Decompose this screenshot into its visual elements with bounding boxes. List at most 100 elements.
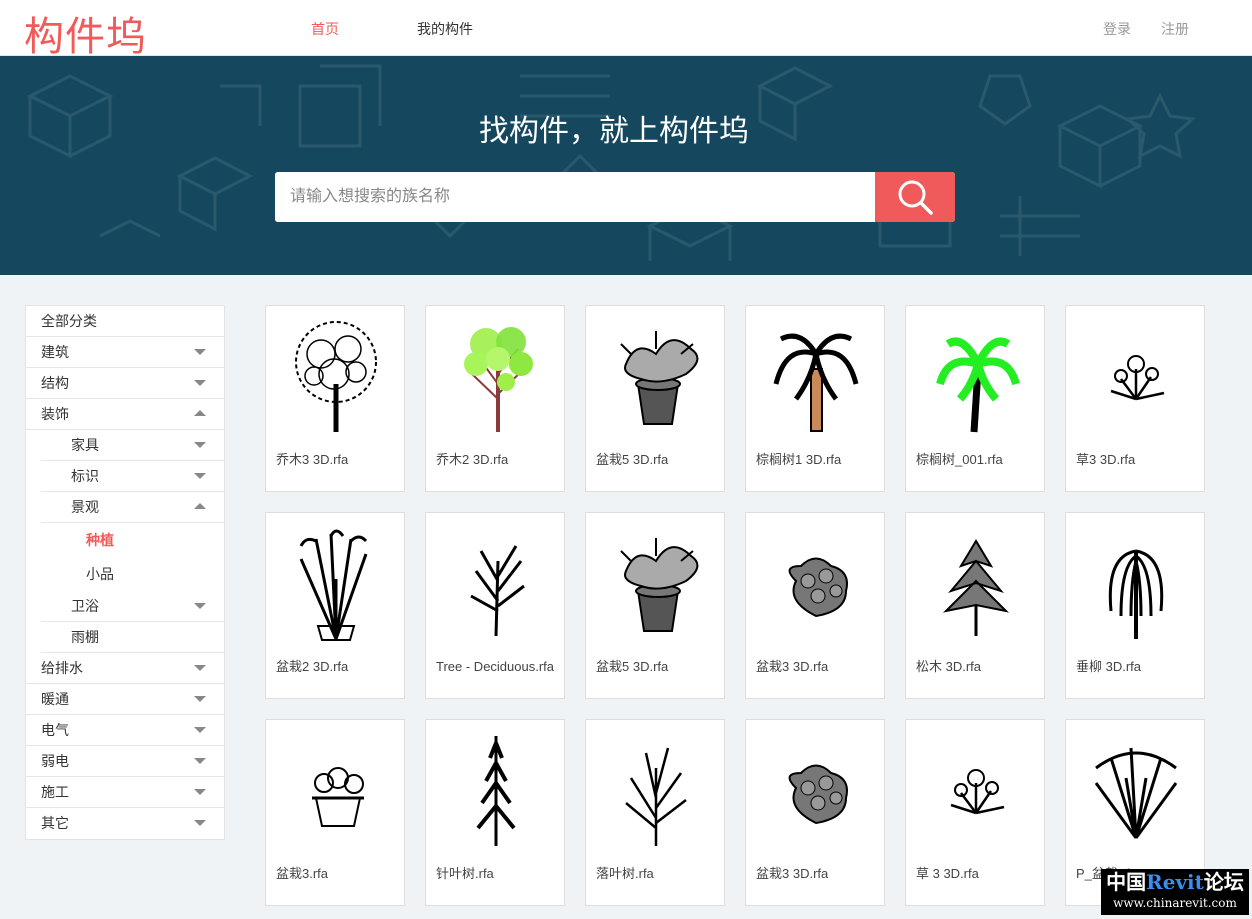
sidebar-item-1[interactable]: 建筑: [26, 337, 224, 368]
component-card[interactable]: 乔木3 3D.rfa: [265, 305, 405, 492]
chevron-down-icon[interactable]: [194, 665, 206, 671]
component-card[interactable]: 草 3 3D.rfa: [905, 719, 1045, 906]
conifer-icon: [476, 736, 516, 846]
sidebar-item-label: 种植: [86, 532, 114, 548]
chevron-down-icon[interactable]: [194, 603, 206, 609]
palm-tree-icon: [773, 333, 859, 432]
sidebar-item-label: 暖通: [41, 691, 69, 707]
component-card-title[interactable]: 针叶树.rfa: [436, 861, 561, 886]
search-icon: [898, 180, 933, 215]
chevron-down-icon[interactable]: [194, 380, 206, 386]
chevron-down-icon[interactable]: [194, 349, 206, 355]
sidebar-item-2[interactable]: 结构: [26, 368, 224, 399]
sidebar-item-12[interactable]: 暖通: [26, 684, 224, 715]
component-card-title[interactable]: 盆栽3 3D.rfa: [756, 654, 881, 679]
sidebar-item-label: 其它: [41, 815, 69, 831]
chevron-up-icon[interactable]: [194, 503, 206, 509]
chevron-down-icon[interactable]: [194, 820, 206, 826]
component-card-title[interactable]: Tree - Deciduous.rfa: [436, 654, 561, 679]
green-palm-icon: [936, 337, 1020, 433]
sidebar-item-label: 家具: [71, 437, 99, 453]
sidebar-item-15[interactable]: 施工: [26, 777, 224, 808]
chinarevit-watermark: 中国Revit论坛 www.chinarevit.com: [1101, 869, 1249, 915]
component-card[interactable]: 草3 3D.rfa: [1065, 305, 1205, 492]
top-navbar: 构件坞 首页 我的构件 登录 注册: [0, 0, 1252, 60]
chevron-down-icon[interactable]: [194, 696, 206, 702]
chevron-down-icon[interactable]: [194, 473, 206, 479]
potted-plant-icon: [620, 331, 699, 425]
sidebar-item-13[interactable]: 电气: [26, 715, 224, 746]
sidebar-item-label: 景观: [71, 499, 99, 515]
component-card-title[interactable]: 松木 3D.rfa: [916, 654, 1041, 679]
component-card-title[interactable]: 盆栽3 3D.rfa: [756, 861, 881, 886]
component-card-title[interactable]: 盆栽3.rfa: [276, 861, 401, 886]
component-card-title[interactable]: 盆栽5 3D.rfa: [596, 654, 721, 679]
sidebar-item-3[interactable]: 装饰: [26, 399, 224, 430]
component-card-title[interactable]: 垂柳 3D.rfa: [1076, 654, 1201, 679]
sidebar-item-16[interactable]: 其它: [26, 808, 224, 839]
sidebar-item-label: 全部分类: [41, 313, 97, 329]
search-input[interactable]: [275, 172, 875, 222]
component-card-title[interactable]: 乔木2 3D.rfa: [436, 447, 561, 472]
sidebar-item-9[interactable]: 卫浴: [41, 591, 224, 622]
sidebar-item-11[interactable]: 给排水: [26, 653, 224, 684]
sidebar-item-6[interactable]: 景观: [41, 492, 224, 523]
round-tree-icon: [295, 321, 377, 432]
shrub-icon: [788, 557, 848, 618]
component-card-title[interactable]: 棕榈树_001.rfa: [916, 447, 1041, 472]
chevron-up-icon[interactable]: [194, 410, 206, 416]
component-card-title[interactable]: 棕榈树1 3D.rfa: [756, 447, 881, 472]
sidebar-item-7[interactable]: 种植: [26, 523, 224, 557]
sidebar-item-label: 结构: [41, 375, 69, 391]
nav-home-link[interactable]: 首页: [311, 19, 339, 39]
component-card-title[interactable]: 盆栽2 3D.rfa: [276, 654, 401, 679]
component-card-title[interactable]: 落叶树.rfa: [596, 861, 721, 886]
sidebar-item-label: 施工: [41, 784, 69, 800]
component-card[interactable]: 盆栽3.rfa: [265, 719, 405, 906]
component-card-title[interactable]: 草 3 3D.rfa: [916, 861, 1041, 886]
search-button[interactable]: [875, 172, 955, 222]
nav-my-components-link[interactable]: 我的构件: [417, 19, 473, 39]
site-logo[interactable]: 构件坞: [24, 4, 147, 62]
component-card[interactable]: 盆栽5 3D.rfa: [585, 512, 725, 699]
willow-icon: [1108, 549, 1164, 639]
grass-flower-icon: [1110, 355, 1165, 401]
component-card[interactable]: 乔木2 3D.rfa: [425, 305, 565, 492]
sidebar-item-0[interactable]: 全部分类: [26, 306, 224, 337]
deciduous-icon: [625, 747, 687, 846]
component-card[interactable]: 落叶树.rfa: [585, 719, 725, 906]
component-card-title[interactable]: 乔木3 3D.rfa: [276, 447, 401, 472]
component-card[interactable]: 盆栽3 3D.rfa: [745, 512, 885, 699]
flower-box-icon: [312, 767, 364, 827]
hero-banner: 找构件，就上构件坞: [0, 56, 1252, 275]
component-card[interactable]: 棕榈树_001.rfa: [905, 305, 1045, 492]
component-card-title[interactable]: 草3 3D.rfa: [1076, 447, 1201, 472]
component-card-title[interactable]: 盆栽5 3D.rfa: [596, 447, 721, 472]
register-link[interactable]: 注册: [1161, 19, 1189, 39]
bare-tree-icon: [470, 545, 525, 637]
sidebar-item-label: 雨棚: [71, 629, 99, 645]
login-link[interactable]: 登录: [1103, 19, 1131, 39]
component-card[interactable]: 垂柳 3D.rfa: [1065, 512, 1205, 699]
chevron-down-icon[interactable]: [194, 789, 206, 795]
sidebar-item-10[interactable]: 雨棚: [41, 622, 224, 653]
component-card[interactable]: 针叶树.rfa: [425, 719, 565, 906]
pine-icon: [942, 539, 1010, 636]
component-card[interactable]: Tree - Deciduous.rfa: [425, 512, 565, 699]
sidebar-item-label: 建筑: [41, 344, 69, 360]
chevron-down-icon[interactable]: [194, 758, 206, 764]
chevron-down-icon[interactable]: [194, 442, 206, 448]
sidebar-item-4[interactable]: 家具: [41, 430, 224, 461]
sidebar-item-8[interactable]: 小品: [26, 557, 224, 591]
sidebar-item-14[interactable]: 弱电: [26, 746, 224, 777]
shrub-icon: [788, 764, 848, 825]
sidebar-item-5[interactable]: 标识: [41, 461, 224, 492]
component-card[interactable]: 盆栽5 3D.rfa: [585, 305, 725, 492]
component-card[interactable]: 松木 3D.rfa: [905, 512, 1045, 699]
grass-flower-icon: [950, 769, 1005, 815]
chevron-down-icon[interactable]: [194, 727, 206, 733]
search-box: [275, 172, 955, 222]
component-card[interactable]: 盆栽2 3D.rfa: [265, 512, 405, 699]
component-card[interactable]: 棕榈树1 3D.rfa: [745, 305, 885, 492]
component-card[interactable]: 盆栽3 3D.rfa: [745, 719, 885, 906]
